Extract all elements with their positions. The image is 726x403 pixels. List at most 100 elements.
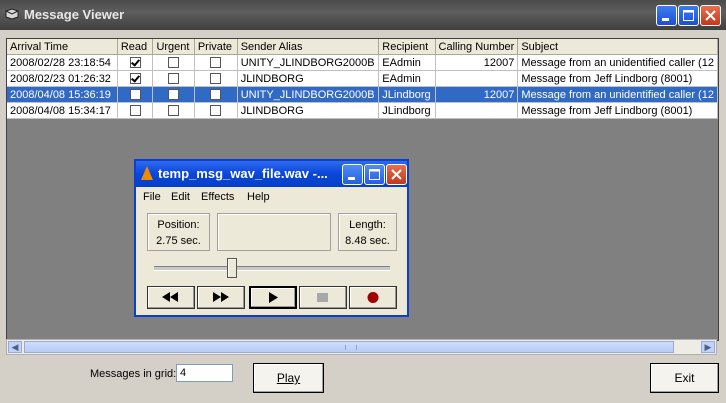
record-button[interactable] <box>349 286 397 309</box>
window-titlebar[interactable]: Message Viewer <box>0 0 726 30</box>
arrival-time-cell: 2008/04/08 15:36:19 <box>7 86 118 103</box>
message-table: Arrival Time Read Urgent Private Sender … <box>7 39 718 119</box>
private-checkbox[interactable] <box>210 89 222 101</box>
urgent-checkbox[interactable] <box>168 105 180 117</box>
private-checkbox[interactable] <box>210 105 222 117</box>
subject-cell: Message from Jeff Lindborg (8001) <box>517 70 718 87</box>
exit-button-label: Exit <box>674 371 695 385</box>
menu-effects[interactable]: Effects <box>201 191 234 203</box>
read-checkbox[interactable] <box>129 73 141 85</box>
private-cell <box>194 86 238 103</box>
player-maximize-button[interactable] <box>364 164 385 185</box>
calling-number-cell: 12007 <box>435 54 519 71</box>
menu-file[interactable]: File <box>143 191 161 203</box>
arrival-time-cell: 2008/02/28 23:18:54 <box>7 54 118 71</box>
sender-alias-cell: JLINDBORG <box>237 102 380 119</box>
urgent-checkbox[interactable] <box>168 73 180 85</box>
read-checkbox[interactable] <box>129 57 141 69</box>
position-panel: Position: 2.75 sec. <box>147 213 210 251</box>
column-header[interactable]: Urgent <box>152 39 195 55</box>
window-title: Message Viewer <box>24 7 125 22</box>
column-header[interactable]: Private <box>194 39 238 55</box>
media-player-titlebar[interactable]: temp_msg_wav_file.wav -... <box>136 161 407 187</box>
play-icon <box>269 292 278 303</box>
menu-help[interactable]: Help <box>247 191 270 203</box>
recipient-cell: EAdmin <box>378 54 436 71</box>
column-header[interactable]: Sender Alias <box>237 39 380 55</box>
urgent-cell <box>152 86 195 103</box>
close-button[interactable] <box>700 5 721 26</box>
private-checkbox[interactable] <box>210 73 222 85</box>
sender-alias-cell: UNITY_JLINDBORG2000B <box>237 86 380 103</box>
rewind-button[interactable] <box>147 286 195 309</box>
table-row[interactable]: 2008/04/08 15:36:19 UNITY_JLINDBORG2000B J… <box>7 86 718 103</box>
urgent-cell <box>152 70 195 87</box>
scroll-left-button[interactable]: ◀ <box>8 341 22 353</box>
sender-alias-cell: JLINDBORG <box>237 70 380 87</box>
length-value: 8.48 sec. <box>345 235 390 247</box>
grip-icon <box>345 345 357 350</box>
play-button-label: Play <box>276 371 301 385</box>
private-checkbox[interactable] <box>210 57 222 69</box>
urgent-cell <box>152 102 195 119</box>
close-icon <box>705 10 716 21</box>
arrival-time-cell: 2008/02/23 01:26:32 <box>7 70 118 87</box>
arrival-time-cell: 2008/04/08 15:34:17 <box>7 102 118 119</box>
close-icon <box>391 169 402 180</box>
private-cell <box>194 102 238 119</box>
media-player-title: temp_msg_wav_file.wav -... <box>158 166 328 181</box>
position-label: Position: <box>157 219 200 231</box>
urgent-checkbox[interactable] <box>168 89 180 101</box>
column-header[interactable]: Subject <box>517 39 718 55</box>
subject-cell: Message from Jeff Lindborg (8001) <box>517 102 718 119</box>
horizontal-scrollbar[interactable]: ◀ ▶ <box>6 339 717 355</box>
column-header[interactable]: Arrival Time <box>7 39 118 55</box>
menu-edit[interactable]: Edit <box>171 191 190 203</box>
exit-button[interactable]: Exit <box>650 363 719 393</box>
vlc-cone-icon <box>141 166 153 180</box>
player-close-button[interactable] <box>386 164 407 185</box>
read-checkbox[interactable] <box>129 89 141 101</box>
maximize-icon <box>369 169 380 180</box>
read-cell <box>117 54 154 71</box>
record-icon <box>367 292 379 303</box>
subject-cell: Message from an unidentified caller (12 <box>517 54 718 71</box>
seek-track[interactable] <box>154 266 390 271</box>
subject-cell: Message from an unidentified caller (12 <box>517 86 718 103</box>
media-player-dialog: temp_msg_wav_file.wav -... File Edit Eff… <box>134 159 409 317</box>
scroll-thumb[interactable] <box>24 341 674 353</box>
chevron-right-icon: ▶ <box>704 342 712 352</box>
table-row[interactable]: 2008/02/23 01:26:32 JLINDBORG EAdmin Messag… <box>7 70 718 87</box>
minimize-icon <box>662 18 669 21</box>
table-row[interactable]: 2008/02/28 23:18:54 UNITY_JLINDBORG2000B E… <box>7 54 718 71</box>
rewind-icon <box>162 292 178 302</box>
maximize-button[interactable] <box>678 5 699 26</box>
messages-count-field[interactable] <box>176 364 233 382</box>
calling-number-cell <box>435 102 519 119</box>
waveform-panel <box>217 213 331 251</box>
urgent-cell <box>152 54 195 71</box>
player-minimize-button[interactable] <box>342 164 363 185</box>
table-row[interactable]: 2008/04/08 15:34:17 JLINDBORG JLindborg Mes… <box>7 102 718 119</box>
maximize-icon <box>683 10 694 21</box>
play-button[interactable]: Play <box>253 363 324 393</box>
minimize-button[interactable] <box>656 5 677 26</box>
column-header[interactable]: Recipient <box>378 39 436 55</box>
seek-slider-thumb[interactable] <box>227 258 238 278</box>
recipient-cell: JLindborg <box>378 86 436 103</box>
column-header[interactable]: Calling Number <box>435 39 519 55</box>
play-pause-button[interactable] <box>249 286 297 309</box>
recipient-cell: EAdmin <box>378 70 436 87</box>
scroll-right-button[interactable]: ▶ <box>701 341 715 353</box>
column-header[interactable]: Read <box>117 39 154 55</box>
fast-forward-icon <box>213 292 229 302</box>
stop-button[interactable] <box>299 286 347 309</box>
player-menu-bar: File Edit Effects Help <box>136 188 407 206</box>
urgent-checkbox[interactable] <box>168 57 180 69</box>
messages-in-grid-label: Messages in grid: <box>90 368 177 380</box>
read-checkbox[interactable] <box>129 105 141 117</box>
length-label: Length: <box>349 219 386 231</box>
fast-forward-button[interactable] <box>197 286 245 309</box>
length-panel: Length: 8.48 sec. <box>338 213 397 251</box>
sender-alias-cell: UNITY_JLINDBORG2000B <box>237 54 380 71</box>
